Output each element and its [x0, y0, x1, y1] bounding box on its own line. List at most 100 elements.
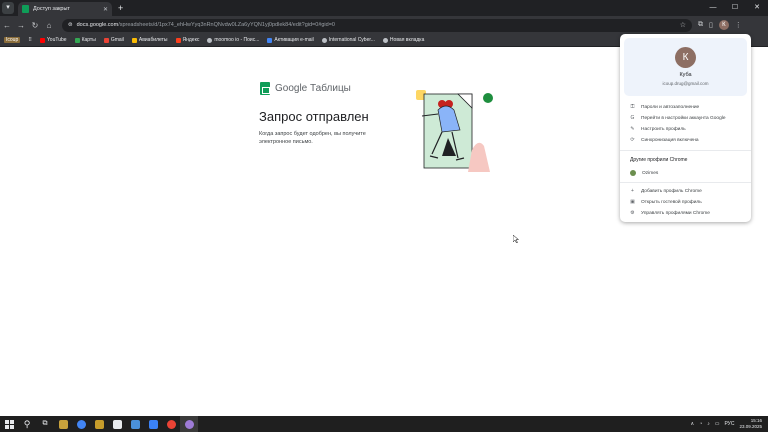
browser-toolbar: ← → ↻ ⌂ ⊜ docs.google.com/spreadsheets/d… [0, 16, 768, 34]
profile-avatar-button[interactable]: К [718, 20, 729, 30]
volume-icon[interactable]: ♪ [707, 421, 710, 427]
task-view-icon[interactable]: ⧉ [36, 416, 54, 432]
app-icon [148, 419, 158, 429]
battery-icon[interactable]: ▭ [715, 421, 720, 427]
system-tray: ∧ ◔ ♪ ▭ РУС 15:16 23.09.2025 [691, 416, 762, 432]
taskbar-app-7[interactable] [180, 416, 198, 432]
start-button[interactable] [0, 416, 18, 432]
bookmark-item[interactable]: moomoo io - Поис... [207, 37, 259, 43]
back-icon[interactable]: ← [0, 21, 14, 30]
profile-email: icoup.drug@gmail.com [662, 81, 709, 86]
manage-profiles-icon: ⚙ [630, 210, 635, 216]
new-tab-button[interactable]: + [118, 3, 123, 13]
taskbar-app-3[interactable] [108, 416, 126, 432]
menu-divider [620, 182, 751, 183]
bookmark-item[interactable]: Icoup [4, 37, 21, 43]
language-indicator[interactable]: РУС [724, 421, 734, 427]
chrome-icon [184, 419, 194, 429]
minimize-icon[interactable]: — [702, 0, 724, 16]
bookmark-star-icon[interactable]: ☆ [680, 21, 686, 29]
address-bar[interactable]: ⊜ docs.google.com/spreadsheets/d/1px74_e… [62, 18, 692, 32]
chrome-icon [76, 419, 86, 429]
app-icon [94, 419, 104, 429]
brand-text: Google Таблицы [275, 83, 351, 94]
menu-kebab-icon[interactable]: ⋮ [735, 21, 742, 29]
clock-date: 23.09.2025 [739, 424, 762, 429]
sync-icon: ⟳ [630, 137, 635, 143]
app-icon [166, 419, 176, 429]
sheets-favicon-icon [22, 5, 29, 13]
menu-divider [620, 150, 751, 151]
windows-logo-icon [4, 419, 14, 429]
network-icon[interactable]: ◔ [699, 421, 702, 427]
guest-icon: ▣ [630, 199, 635, 205]
bookmark-item[interactable]: Новая вкладка [382, 37, 424, 43]
tab-close-icon[interactable]: ✕ [103, 6, 108, 13]
page-subtext: Когда запрос будет одобрен, вы получите … [259, 131, 366, 145]
apps-grid-icon[interactable]: ⠿ [28, 37, 32, 43]
page-title: Запрос отправлен [259, 109, 369, 124]
menu-item-customize-profile[interactable]: ✎ Настроить профиль [630, 126, 685, 132]
toolbar-right: ⧉ ▯ К ⋮ [698, 20, 742, 30]
taskbar-app-file-explorer[interactable] [54, 416, 72, 432]
bookmark-item[interactable]: Яндекс [175, 37, 199, 43]
site-info-icon[interactable]: ⊜ [68, 22, 73, 28]
globe-icon [382, 37, 388, 43]
reload-icon[interactable]: ↻ [28, 21, 42, 30]
close-window-icon[interactable]: ✕ [746, 0, 768, 16]
clock[interactable]: 15:16 23.09.2025 [739, 418, 762, 430]
sidebar-icon[interactable]: ▯ [709, 21, 713, 29]
google-icon: G [630, 115, 635, 121]
taskbar-app-6[interactable] [162, 416, 180, 432]
bookmark-item[interactable]: Gmail [103, 37, 124, 43]
request-sent-illustration-icon [416, 90, 493, 172]
menu-item-guest-profile[interactable]: ▣ Открыть гостевой профиль [630, 199, 702, 205]
pencil-icon: ✎ [630, 126, 635, 132]
taskbar-app-2[interactable] [90, 416, 108, 432]
menu-item-google-account[interactable]: G Перейти в настройки аккаунта Google [630, 115, 726, 121]
yandex-icon [175, 37, 181, 43]
tray-chevron-icon[interactable]: ∧ [691, 421, 695, 427]
profile-card: К Куба icoup.drug@gmail.com [624, 38, 747, 96]
taskbar-app-chrome[interactable] [72, 416, 90, 432]
tab-title: Доступ закрыт [33, 6, 70, 12]
app-icon [130, 419, 140, 429]
other-profile-avatar-icon [630, 170, 636, 176]
url-host: docs.google.com [76, 22, 119, 28]
tab-strip: ▾ Доступ закрыт ✕ + — ☐ ✕ [0, 0, 768, 16]
key-icon: ⚿ [630, 104, 635, 110]
menu-item-passwords[interactable]: ⚿ Пароли и автозаполнение [630, 104, 700, 110]
profile-avatar[interactable]: К [675, 47, 696, 68]
home-icon[interactable]: ⌂ [42, 21, 56, 30]
forward-icon[interactable]: → [14, 21, 28, 30]
tab-active[interactable]: Доступ закрыт ✕ [18, 2, 112, 16]
taskbar: ⚲ ⧉ ∧ ◔ ♪ ▭ РУС 15:16 23.09.2025 [0, 416, 768, 432]
extensions-icon[interactable]: ⧉ [698, 21, 703, 29]
screen: ▾ Доступ закрыт ✕ + — ☐ ✕ ← → ↻ ⌂ ⊜ docs… [0, 0, 768, 432]
maximize-icon[interactable]: ☐ [724, 0, 746, 16]
menu-item-add-profile[interactable]: + Добавить профиль Chrome [630, 188, 702, 194]
profile-menu: К Куба icoup.drug@gmail.com ⚿ Пароли и а… [620, 34, 751, 222]
bookmark-item[interactable]: Авиабилеты [131, 37, 168, 43]
search-icon[interactable]: ⚲ [18, 416, 36, 432]
folder-icon [58, 419, 68, 429]
mouse-cursor-icon [513, 235, 519, 243]
gmail-icon [103, 37, 109, 43]
taskbar-app-5[interactable] [144, 416, 162, 432]
bookmark-item[interactable]: Карты [74, 37, 96, 43]
taskbar-app-4[interactable] [126, 416, 144, 432]
mail-icon [267, 37, 273, 43]
tab-search-button[interactable]: ▾ [2, 2, 14, 14]
other-profiles-heading: Другие профили Chrome [630, 157, 688, 163]
flights-icon [131, 37, 137, 43]
profile-name: Куба [679, 72, 692, 78]
menu-item-sync[interactable]: ⟳ Синхронизация включена [630, 137, 698, 143]
bookmark-item[interactable]: Активация e-mail [267, 37, 314, 43]
sheets-logo-icon [260, 82, 270, 95]
menu-item-other-profile[interactable]: Ozimes [630, 170, 658, 176]
globe-icon [321, 37, 327, 43]
globe-icon [207, 37, 213, 43]
bookmark-item[interactable]: YouTube [39, 37, 67, 43]
menu-item-manage-profiles[interactable]: ⚙ Управлять профилями Chrome [630, 210, 710, 216]
bookmark-item[interactable]: International Cyber... [321, 37, 375, 43]
